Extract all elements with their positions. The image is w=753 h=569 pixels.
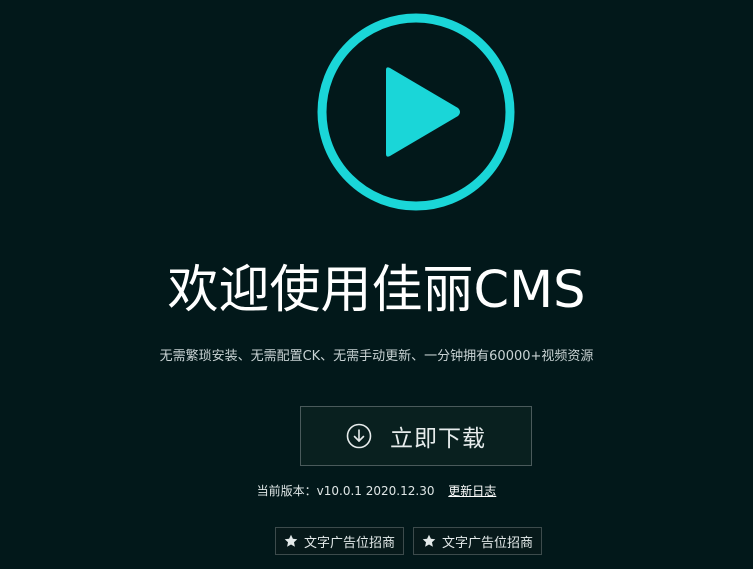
- star-icon: [284, 534, 298, 548]
- ad-links: 文字广告位招商 文字广告位招商: [275, 527, 543, 555]
- ad-link-1[interactable]: 文字广告位招商: [275, 527, 405, 555]
- ad-link-label: 文字广告位招商: [442, 535, 534, 551]
- version-info: 当前版本：v10.0.1 2020.12.30 更新日志: [0, 482, 753, 500]
- page-title: 欢迎使用佳丽CMS: [167, 261, 586, 320]
- landing-page: 欢迎使用佳丽CMS 无需繁琐安装、无需配置CK、无需手动更新、一分钟拥有6000…: [0, 0, 753, 569]
- changelog-link[interactable]: 更新日志: [448, 484, 496, 498]
- download-button-label: 立即下载: [390, 426, 486, 452]
- ad-link-label: 文字广告位招商: [304, 535, 396, 551]
- current-version: 当前版本：v10.0.1 2020.12.30: [256, 484, 435, 498]
- play-circle-icon: [317, 13, 515, 211]
- download-button[interactable]: 立即下载: [300, 406, 532, 466]
- ad-link-2[interactable]: 文字广告位招商: [413, 527, 543, 555]
- download-circle-icon: [346, 423, 372, 449]
- page-subtitle: 无需繁琐安装、无需配置CK、无需手动更新、一分钟拥有60000+视频资源: [159, 349, 594, 364]
- star-icon: [422, 534, 436, 548]
